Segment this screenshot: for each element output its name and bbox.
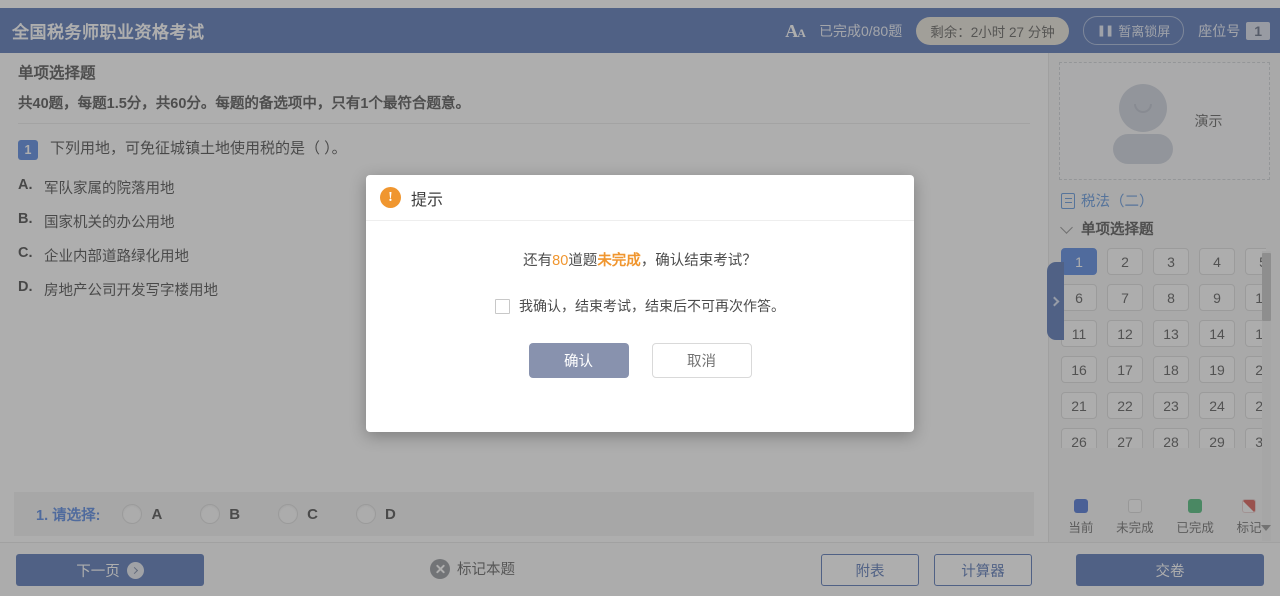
dialog-unfinished-status: 未完成 bbox=[597, 253, 641, 269]
dialog-header: ! 提示 bbox=[366, 175, 914, 221]
exam-page: 全国税务师职业资格考试 AA 已完成0/80题 剩余：2小时 27 分钟 ❚❚ … bbox=[0, 0, 1280, 596]
dialog-cancel-button[interactable]: 取消 bbox=[651, 343, 752, 378]
dialog-message-suffix: ，确认结束考试？ bbox=[640, 253, 757, 269]
dialog-message: 还有80道题未完成，确认结束考试？ bbox=[366, 249, 914, 270]
warning-icon: ! bbox=[380, 187, 401, 208]
dialog-message-mid: 道题 bbox=[568, 253, 598, 269]
confirm-submit-dialog: ! 提示 还有80道题未完成，确认结束考试？ 我确认，结束考试，结束后不可再次作… bbox=[366, 175, 914, 432]
dialog-confirm-button[interactable]: 确认 bbox=[528, 343, 629, 378]
dialog-title: 提示 bbox=[411, 191, 444, 209]
dialog-actions: 确认 取消 bbox=[366, 343, 914, 378]
dialog-message-prefix: 还有 bbox=[523, 253, 553, 269]
checkbox-icon[interactable] bbox=[495, 298, 510, 314]
dialog-unfinished-count: 80 bbox=[552, 253, 569, 269]
dialog-checkbox-label: 我确认，结束考试，结束后不可再次作答。 bbox=[519, 298, 785, 314]
dialog-confirm-checkbox-row[interactable]: 我确认，结束考试，结束后不可再次作答。 bbox=[366, 296, 914, 316]
